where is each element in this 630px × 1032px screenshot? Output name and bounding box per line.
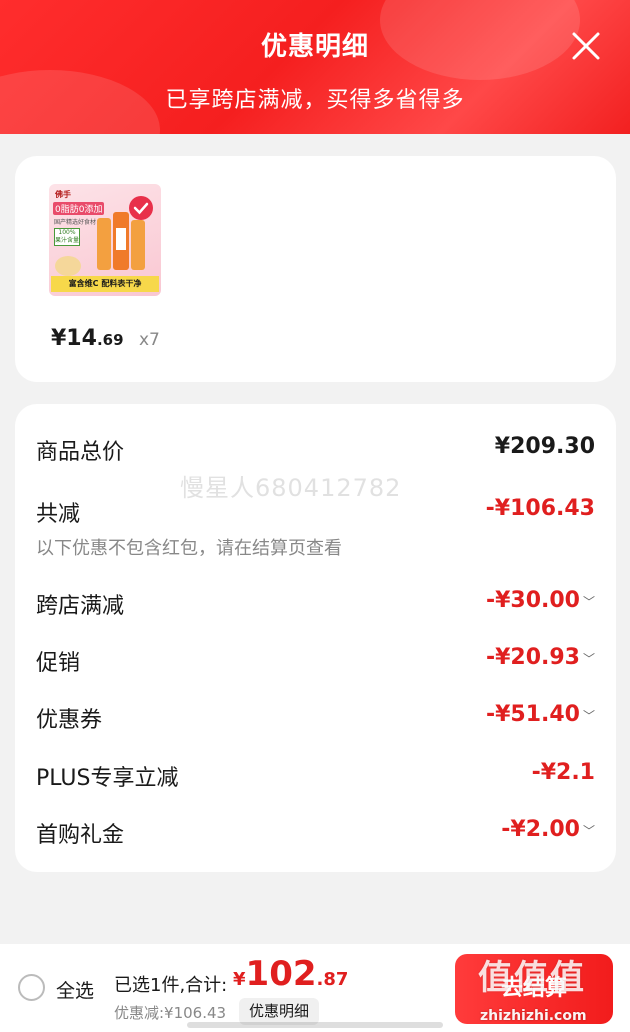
discount-row-promotion[interactable]: 促销 -¥20.93 ﹀ xyxy=(36,645,595,676)
discount-row-plus: PLUS专享立减 -¥2.1 xyxy=(36,760,595,791)
goods-total-label: 商品总价 xyxy=(36,440,125,465)
goods-total-row: 商品总价 ¥209.30 xyxy=(36,434,595,465)
discount-value: -¥2.1 xyxy=(532,760,595,785)
discount-row-cross-store[interactable]: 跨店满减 -¥30.00 ﹀ xyxy=(36,588,595,619)
total-price: ¥102.87 xyxy=(233,954,348,994)
check-badge-icon xyxy=(129,196,153,220)
chevron-down-icon[interactable]: ﹀ xyxy=(583,707,595,724)
goods-total-value: ¥209.30 xyxy=(494,434,595,459)
discount-amount: -¥30.00 xyxy=(485,588,580,613)
product-image-tag-pct: 100% xyxy=(58,229,76,236)
discount-note: 以下优惠不包含红包，请在结算页查看 xyxy=(36,538,342,559)
page-title: 优惠明细 xyxy=(260,32,369,62)
total-int: 102 xyxy=(245,954,317,994)
chevron-down-icon[interactable]: ﹀ xyxy=(583,650,595,667)
discount-label: 优惠券 xyxy=(36,708,103,733)
discount-amount: -¥2.1 xyxy=(531,760,595,785)
product-image[interactable]: 佛手 0脂肪0添加 国产精选好食材 100% 果汁含量 富含维C 配料表干净 xyxy=(49,184,161,296)
select-all-label[interactable]: 全选 xyxy=(56,976,94,1003)
select-all-radio[interactable] xyxy=(18,974,45,1001)
discount-value: -¥51.40 ﹀ xyxy=(486,702,595,727)
product-quantity: x7 xyxy=(139,330,160,350)
product-price-dec: .69 xyxy=(96,331,124,349)
chevron-down-icon[interactable]: ﹀ xyxy=(583,593,595,610)
product-image-banner: 富含维C 配料表干净 xyxy=(51,276,159,292)
discount-row-first-purchase[interactable]: 首购礼金 -¥2.00 ﹀ xyxy=(36,817,595,848)
total-dec: .87 xyxy=(316,969,349,990)
discount-value: -¥20.93 ﹀ xyxy=(486,645,595,670)
user-watermark: 慢星人680412782 xyxy=(180,474,402,502)
total-currency: ¥ xyxy=(233,969,246,990)
product-card: 佛手 0脂肪0添加 国产精选好食材 100% 果汁含量 富含维C 配料表干净 ¥1… xyxy=(15,156,616,382)
total-reduce-label: 共减 xyxy=(36,502,81,527)
page-subtitle: 已享跨店满减，买得多省得多 xyxy=(165,88,465,113)
product-price: ¥14.69 xyxy=(51,326,124,351)
checkout-button[interactable]: 去结算 xyxy=(455,954,613,1024)
discount-label: 首购礼金 xyxy=(36,823,125,848)
discount-value: -¥30.00 ﹀ xyxy=(486,588,595,613)
discount-label: 促销 xyxy=(36,651,81,676)
total-reduce-value: -¥106.43 xyxy=(485,496,595,521)
discount-detail-button[interactable]: 优惠明细 xyxy=(239,998,320,1025)
product-image-tag: 国产精选好食材 xyxy=(54,219,97,226)
discount-label: PLUS专享立减 xyxy=(36,766,179,791)
fruit-graphic xyxy=(55,256,81,276)
discount-amount: -¥2.00 xyxy=(501,817,580,842)
product-image-tag: 100% 果汁含量 xyxy=(54,228,80,246)
discount-value: -¥2.00 ﹀ xyxy=(501,817,595,842)
discount-row-coupon[interactable]: 优惠券 -¥51.40 ﹀ xyxy=(36,702,595,733)
bottom-bar: 全选 已选1件,合计: ¥102.87 优惠减:¥106.43 优惠明细 去结算 xyxy=(0,944,630,1032)
discount-label: 跨店满减 xyxy=(36,594,125,619)
home-indicator[interactable] xyxy=(187,1022,443,1028)
discount-amount: -¥20.93 xyxy=(485,645,580,670)
product-price-int: ¥14 xyxy=(51,326,97,351)
header: 优惠明细 已享跨店满减，买得多省得多 xyxy=(0,0,630,134)
close-icon[interactable] xyxy=(566,26,606,66)
discount-amount: -¥51.40 xyxy=(485,702,580,727)
product-image-tag-pct-sub: 果汁含量 xyxy=(55,237,80,244)
product-image-brand: 佛手 xyxy=(55,190,71,199)
chevron-down-icon[interactable]: ﹀ xyxy=(583,822,595,839)
selected-count: 已选1件,合计: xyxy=(114,975,228,996)
saved-amount: 优惠减:¥106.43 xyxy=(114,1004,227,1022)
